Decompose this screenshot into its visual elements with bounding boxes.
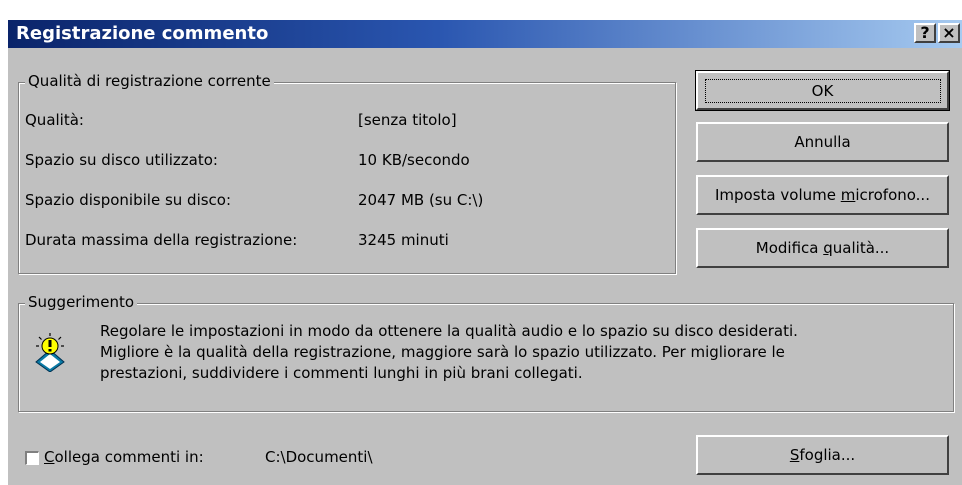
mic-volume-button-label: Imposta volume microfono... — [715, 186, 930, 204]
change-quality-button[interactable]: Modifica qualità... — [696, 228, 949, 268]
disk-used-value: 10 KB/secondo — [358, 151, 470, 169]
quality-value: [senza titolo] — [358, 111, 457, 129]
max-duration-label: Durata massima della registrazione: — [25, 231, 298, 249]
mic-volume-button[interactable]: Imposta volume microfono... — [696, 175, 949, 215]
browse-button[interactable]: Sfoglia... — [696, 435, 949, 475]
link-path: C:\Documenti\ — [265, 448, 373, 466]
dialog-client: Qualità di registrazione corrente Qualit… — [8, 48, 962, 485]
help-button[interactable]: ? — [914, 23, 936, 43]
title-bar[interactable]: Registrazione commento ? × — [8, 20, 962, 48]
tip-text: Regolare le impostazioni in modo da otte… — [100, 321, 920, 384]
browse-button-label: Sfoglia... — [789, 446, 856, 464]
tip-line: Migliore è la qualità della registrazion… — [100, 343, 785, 361]
max-duration-value: 3245 minuti — [358, 231, 449, 249]
lightbulb-icon — [35, 333, 65, 372]
tip-line: Regolare le impostazioni in modo da otte… — [100, 322, 798, 340]
quality-group: Qualità di registrazione corrente Qualit… — [18, 72, 676, 274]
cancel-button-label: Annulla — [794, 133, 851, 151]
cancel-button[interactable]: Annulla — [696, 122, 949, 162]
ok-button-label: OK — [704, 78, 941, 103]
left-margin — [0, 0, 8, 485]
quality-group-legend: Qualità di registrazione corrente — [25, 72, 274, 90]
disk-free-value: 2047 MB (su C:\) — [358, 191, 484, 209]
ok-button[interactable]: OK — [695, 70, 950, 111]
quality-label: Qualità: — [25, 111, 84, 129]
window-title: Registrazione commento — [16, 23, 269, 44]
close-button[interactable]: × — [938, 23, 960, 43]
tip-line: prestazioni, suddividere i commenti lung… — [100, 364, 583, 382]
tip-group-legend: Suggerimento — [25, 293, 138, 311]
link-comments-checkbox[interactable] — [25, 451, 39, 465]
disk-used-label: Spazio su disco utilizzato: — [25, 151, 218, 169]
change-quality-button-label: Modifica qualità... — [755, 239, 890, 257]
top-margin — [0, 0, 962, 20]
link-comments-label[interactable]: Collega commenti in: — [44, 448, 204, 466]
disk-free-label: Spazio disponibile su disco: — [25, 191, 232, 209]
recording-dialog: Registrazione commento ? × Qualità di re… — [0, 0, 962, 485]
tip-group: Suggerimento Regolare le impostazioni in… — [18, 293, 954, 412]
